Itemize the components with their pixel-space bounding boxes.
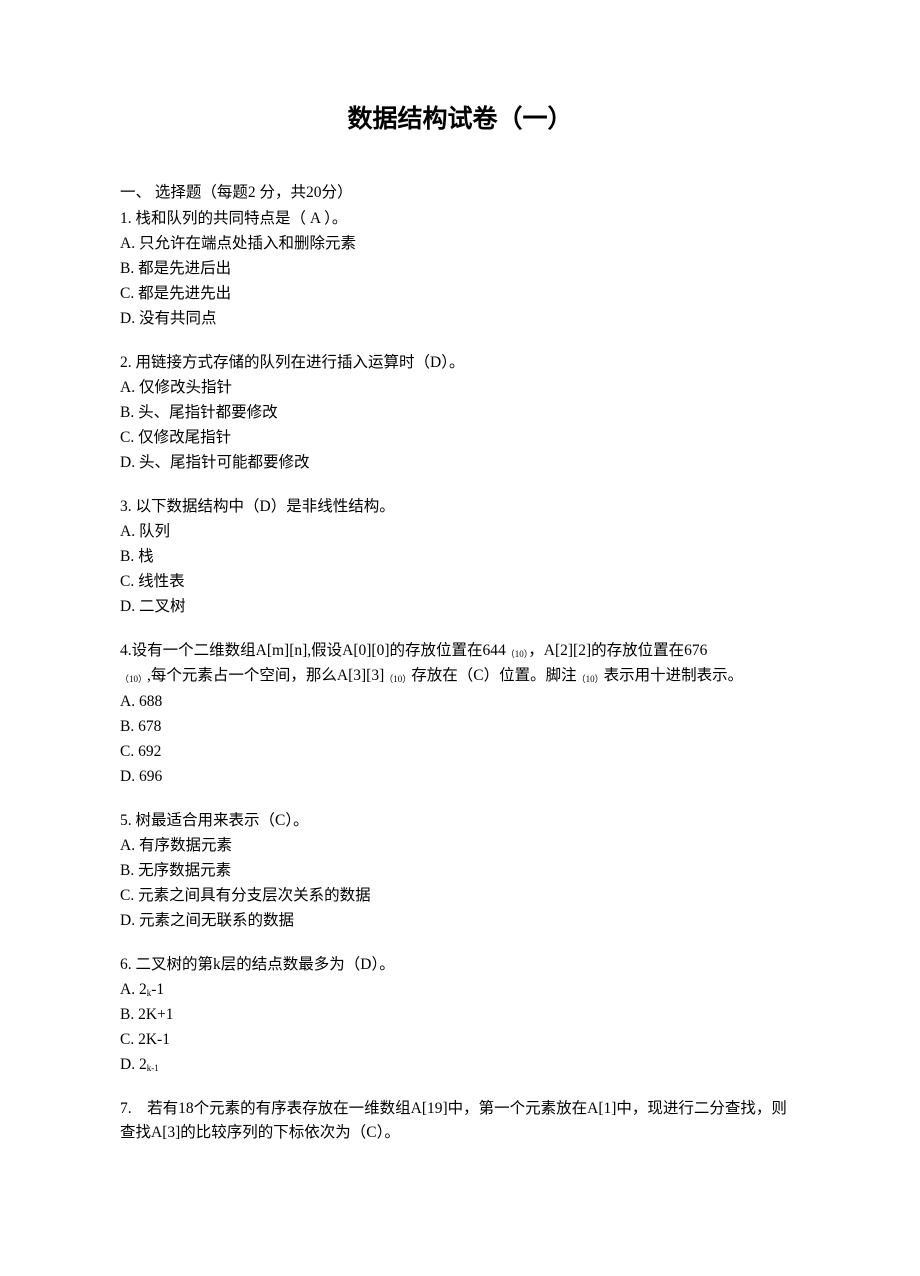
option-b: B. 678 [120,715,800,739]
option-d: D. 2k-1 [120,1053,800,1077]
q4-part2: ，A[2][2]的存放位置在676 [528,642,707,659]
option-d: D. 元素之间无联系的数据 [120,909,800,933]
question-6: 6. 二叉树的第k层的结点数最多为（D）。 A. 2k-1 B. 2K+1 C.… [120,953,800,1077]
question-text: 4.设有一个二维数组A[m][n],假设A[0][0]的存放位置在644（10）… [120,639,800,689]
question-text: 3. 以下数据结构中（D）是非线性结构。 [120,495,800,519]
option-d: D. 696 [120,765,800,789]
opt-sub: k [147,988,152,998]
question-text: 6. 二叉树的第k层的结点数最多为（D）。 [120,953,800,977]
question-text: 7. 若有18个元素的有序表存放在一维数组A[19]中，第一个元素放在A[1]中… [120,1097,800,1145]
option-b: B. 无序数据元素 [120,859,800,883]
question-1: 1. 栈和队列的共同特点是（ A ）。 A. 只允许在端点处插入和删除元素 B.… [120,207,800,331]
option-a: A. 688 [120,690,800,714]
option-b: B. 栈 [120,545,800,569]
option-c: C. 仅修改尾指针 [120,426,800,450]
option-a: A. 仅修改头指针 [120,376,800,400]
option-a: A. 有序数据元素 [120,834,800,858]
option-c: C. 692 [120,740,800,764]
option-d: D. 二叉树 [120,595,800,619]
option-b: B. 2K+1 [120,1003,800,1027]
q4-part3: ,每个元素占一个空间，那么A[3][3] [147,667,384,684]
q4-part5: 表示用十进制表示。 [604,667,744,684]
section-header: 一、 选择题（每题2 分，共20分） [120,181,800,205]
question-2: 2. 用链接方式存储的队列在进行插入运算时（D）。 A. 仅修改头指针 B. 头… [120,351,800,475]
q4-part4: 存放在（C）位置。脚注 [411,667,576,684]
option-b: B. 头、尾指针都要修改 [120,401,800,425]
q4-sub4: （10） [577,674,604,684]
opt-sub: k-1 [147,1063,159,1073]
q4-sub1: （10） [506,649,529,659]
option-d: D. 头、尾指针可能都要修改 [120,451,800,475]
option-d: D. 没有共同点 [120,307,800,331]
question-7: 7. 若有18个元素的有序表存放在一维数组A[19]中，第一个元素放在A[1]中… [120,1097,800,1145]
question-5: 5. 树最适合用来表示（C）。 A. 有序数据元素 B. 无序数据元素 C. 元… [120,809,800,933]
opt-pre: A. 2 [120,981,147,998]
option-a: A. 2k-1 [120,978,800,1002]
document-title: 数据结构试卷（一） [120,100,800,139]
option-c: C. 线性表 [120,570,800,594]
q4-part1: 4.设有一个二维数组A[m][n],假设A[0][0]的存放位置在644 [120,642,506,659]
question-text: 2. 用链接方式存储的队列在进行插入运算时（D）。 [120,351,800,375]
question-text: 5. 树最适合用来表示（C）。 [120,809,800,833]
option-a: A. 队列 [120,520,800,544]
option-b: B. 都是先进后出 [120,257,800,281]
q4-sub3: （10） [384,674,411,684]
option-c: C. 元素之间具有分支层次关系的数据 [120,884,800,908]
option-c: C. 都是先进先出 [120,282,800,306]
question-4: 4.设有一个二维数组A[m][n],假设A[0][0]的存放位置在644（10）… [120,639,800,789]
opt-post: -1 [151,981,164,998]
opt-pre: D. 2 [120,1056,147,1073]
q4-sub2: （10） [120,674,147,684]
option-c: C. 2K-1 [120,1028,800,1052]
question-text: 1. 栈和队列的共同特点是（ A ）。 [120,207,800,231]
question-3: 3. 以下数据结构中（D）是非线性结构。 A. 队列 B. 栈 C. 线性表 D… [120,495,800,619]
option-a: A. 只允许在端点处插入和删除元素 [120,232,800,256]
